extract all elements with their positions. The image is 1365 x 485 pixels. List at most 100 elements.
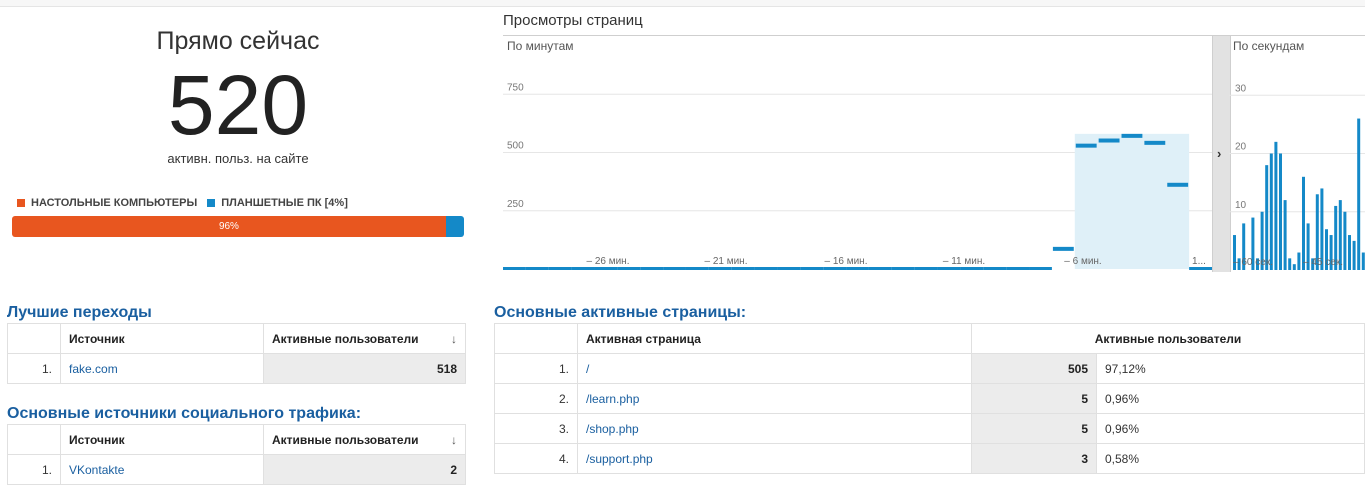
legend-desktop-label: НАСТОЛЬНЫЕ КОМПЬЮТЕРЫ: [31, 197, 198, 209]
minute-bar: [1121, 133, 1143, 138]
active-users-value: 5: [971, 383, 1097, 414]
minute-bar: [823, 267, 847, 270]
row-number: 1.: [7, 353, 61, 384]
x-tick-label: – 16 мин.: [824, 256, 867, 267]
minute-bar: [1052, 246, 1074, 251]
minute-bar: [1167, 182, 1189, 187]
active-users-value: 518: [263, 353, 466, 384]
x-tick-label: – 60 сек.: [1233, 257, 1273, 268]
active-users-percent: 97,12%: [1096, 353, 1365, 384]
minute-bar: [891, 267, 915, 270]
source-link[interactable]: VKontakte: [60, 454, 264, 485]
x-tick-label: – 6 мин.: [1064, 256, 1101, 267]
top-social-table: Источник Активные пользователи ↓ 1. VKon…: [7, 424, 466, 485]
active-users-percent: 0,96%: [1096, 383, 1365, 414]
y-tick-label: 750: [507, 82, 524, 93]
table-header-row: Источник Активные пользователи ↓: [7, 424, 466, 455]
row-number: 3.: [494, 413, 578, 444]
minute-bar: [754, 267, 778, 270]
second-bar: [1288, 258, 1292, 270]
minute-bar: [1098, 138, 1120, 143]
minute-bar: [937, 267, 961, 270]
active-users-count: 520: [167, 58, 309, 152]
col-users-label: Активные пользователи: [272, 331, 419, 346]
page-link[interactable]: /shop.php: [577, 413, 972, 444]
y-tick-label: 500: [507, 141, 524, 152]
per-second-chart: 10 20 30 – 60 сек. – 45 сек.: [1229, 83, 1365, 270]
page-link[interactable]: /: [577, 353, 972, 384]
minute-bar: [914, 267, 938, 270]
second-bar: [1265, 165, 1269, 270]
row-number: 4.: [494, 443, 578, 474]
second-bar: [1357, 118, 1361, 270]
row-number: 1.: [494, 353, 578, 384]
minute-bar: [1029, 267, 1052, 270]
page-link[interactable]: /support.php: [577, 443, 972, 474]
minute-bar: [960, 267, 984, 270]
chevron-right-icon[interactable]: ›: [1217, 146, 1221, 161]
table-row: 2. /learn.php 5 0,96%: [494, 383, 1365, 414]
col-users-header[interactable]: Активные пользователи: [971, 323, 1365, 354]
tablet-share-segment[interactable]: [445, 216, 464, 237]
second-bar: [1269, 153, 1273, 270]
minute-bar: [571, 267, 595, 270]
minute-bar: [685, 267, 709, 270]
col-source-header[interactable]: Источник: [60, 424, 264, 455]
sort-arrow-down-icon[interactable]: ↓: [451, 433, 457, 447]
table-header-row: Источник Активные пользователи ↓: [7, 323, 466, 354]
y-tick-label: 10: [1235, 200, 1247, 211]
active-users-value: 505: [971, 353, 1097, 384]
active-users-value: 2: [263, 454, 466, 485]
desktop-share-segment[interactable]: 96%: [12, 216, 446, 237]
y-tick-label: 20: [1235, 142, 1247, 153]
right-now-title: Прямо сейчас: [156, 27, 320, 55]
second-bar: [1283, 200, 1287, 270]
pageviews-title: Просмотры страниц: [503, 12, 643, 29]
minute-bar: [868, 267, 892, 270]
second-bar: [1297, 252, 1301, 270]
x-tick-label: – 21 мин.: [704, 256, 747, 267]
x-tick-label: – 26 мин.: [586, 256, 629, 267]
tablet-swatch: [207, 199, 216, 207]
col-source-header[interactable]: Источник: [60, 323, 264, 354]
col-users-header[interactable]: Активные пользователи ↓: [263, 424, 466, 455]
minute-bar: [1075, 143, 1097, 148]
table-row: 4. /support.php 3 0,58%: [494, 443, 1365, 474]
second-bar: [1292, 264, 1296, 270]
minute-bar: [525, 267, 549, 270]
minute-bar: [640, 267, 664, 270]
active-users-caption: активн. польз. на сайте: [167, 151, 309, 166]
minute-bar: [503, 267, 526, 270]
col-users-header[interactable]: Активные пользователи ↓: [263, 323, 466, 354]
per-second-label: По секундам: [1233, 39, 1305, 53]
active-users-value: 5: [971, 413, 1097, 444]
active-users-percent: 0,96%: [1096, 413, 1365, 444]
source-link[interactable]: fake.com: [60, 353, 264, 384]
minute-bar: [731, 267, 755, 270]
col-page-header[interactable]: Активная страница: [577, 323, 972, 354]
minute-bar: [594, 267, 618, 270]
y-tick-label: 250: [507, 199, 524, 210]
legend-tablet[interactable]: ПЛАНШЕТНЫЕ ПК [4%]: [207, 197, 348, 209]
minute-bar: [1189, 267, 1212, 270]
desktop-swatch: [17, 199, 25, 207]
top-pages-table: Активная страница Активные пользователи …: [494, 323, 1365, 474]
legend-desktop[interactable]: НАСТОЛЬНЫЕ КОМПЬЮТЕРЫ: [17, 197, 197, 209]
desktop-share-label: 96%: [218, 221, 239, 232]
active-users-value: 3: [971, 443, 1097, 474]
minute-bar: [548, 267, 572, 270]
second-bar: [1274, 141, 1278, 270]
second-bar: [1343, 211, 1347, 270]
y-tick-label: 30: [1235, 83, 1247, 94]
row-number: 1.: [7, 454, 61, 485]
table-header-row: Активная страница Активные пользователи: [494, 323, 1365, 354]
minute-bar: [663, 267, 686, 270]
sort-arrow-down-icon[interactable]: ↓: [451, 332, 457, 346]
page-link[interactable]: /learn.php: [577, 383, 972, 414]
table-row: 3. /shop.php 5 0,96%: [494, 413, 1365, 444]
device-share-bar: 96%: [12, 216, 464, 237]
row-number: 2.: [494, 383, 578, 414]
second-bar: [1279, 153, 1282, 270]
active-range-highlight: [1074, 133, 1190, 269]
top-referrals-heading: Лучшие переходы: [7, 304, 152, 321]
